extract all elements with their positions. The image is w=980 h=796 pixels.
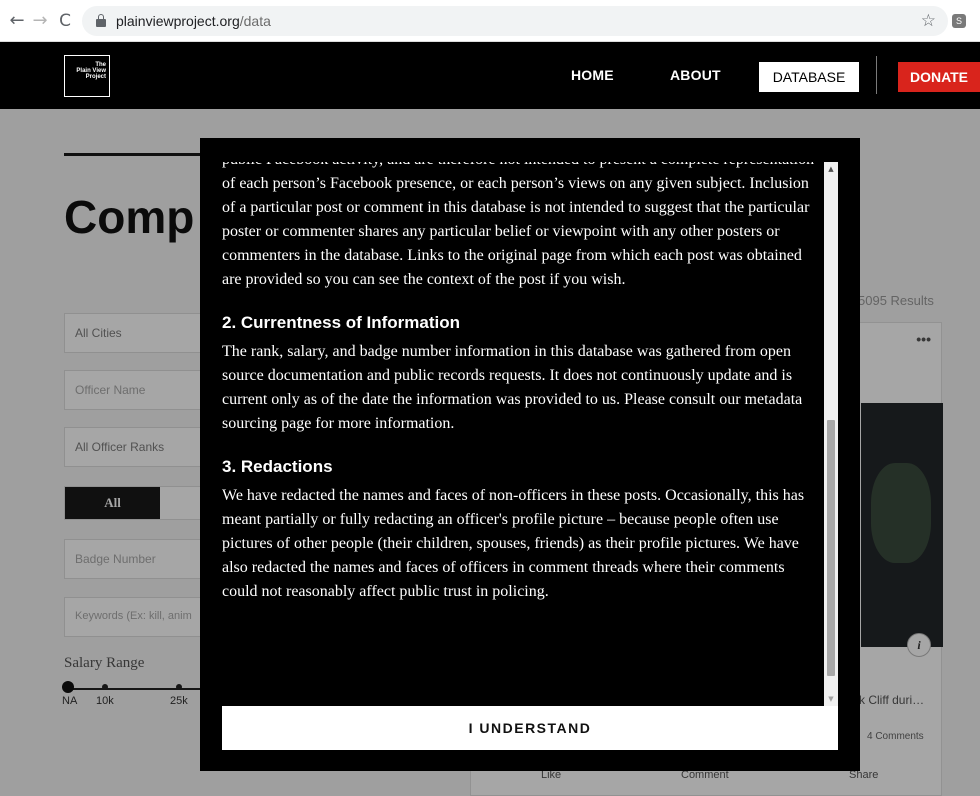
donate-button[interactable]: DONATE (898, 62, 980, 92)
intro-paragraph: public Facebook activity, and are theref… (222, 162, 814, 288)
forward-arrow-icon[interactable]: → (29, 10, 51, 32)
site-header: The Plain View Project HOME ABOUT DATABA… (0, 42, 980, 109)
section-heading: 3. Redactions (222, 457, 333, 476)
scroll-down-arrow-icon[interactable]: ▼ (824, 692, 838, 706)
disclaimer-modal: public Facebook activity, and are theref… (200, 138, 860, 771)
reload-icon[interactable]: C (54, 10, 76, 32)
nav-about-link[interactable]: ABOUT (670, 67, 721, 83)
section-body: We have redacted the names and faces of … (222, 487, 805, 600)
extension-icon[interactable]: S (952, 14, 966, 28)
section-heading: 2. Currentness of Information (222, 313, 461, 332)
lock-icon (96, 14, 106, 27)
modal-content: public Facebook activity, and are theref… (222, 162, 824, 624)
site-logo[interactable]: The Plain View Project (64, 55, 110, 97)
logo-line: Project (85, 74, 106, 80)
scroll-up-arrow-icon[interactable]: ▲ (824, 162, 838, 176)
nav-home-link[interactable]: HOME (571, 67, 614, 83)
modal-scroll-area[interactable]: public Facebook activity, and are theref… (222, 162, 838, 706)
back-arrow-icon[interactable]: ← (6, 10, 28, 32)
nav-database-link[interactable]: DATABASE (759, 62, 859, 92)
url-text[interactable]: plainviewproject.org/data (116, 13, 271, 29)
url-domain: plainviewproject.org (116, 13, 240, 29)
i-understand-button[interactable]: I UNDERSTAND (222, 706, 838, 750)
modal-scrollbar[interactable]: ▲ ▼ (824, 162, 838, 706)
browser-toolbar: ← → C plainviewproject.org/data ☆ S (0, 0, 980, 42)
nav-divider (876, 56, 877, 94)
address-bar[interactable]: plainviewproject.org/data ☆ (82, 6, 948, 36)
url-path: /data (239, 13, 271, 29)
section-body: The rank, salary, and badge number infor… (222, 343, 803, 432)
scrollbar-thumb[interactable] (827, 420, 835, 676)
bookmark-star-icon[interactable]: ☆ (921, 11, 936, 31)
